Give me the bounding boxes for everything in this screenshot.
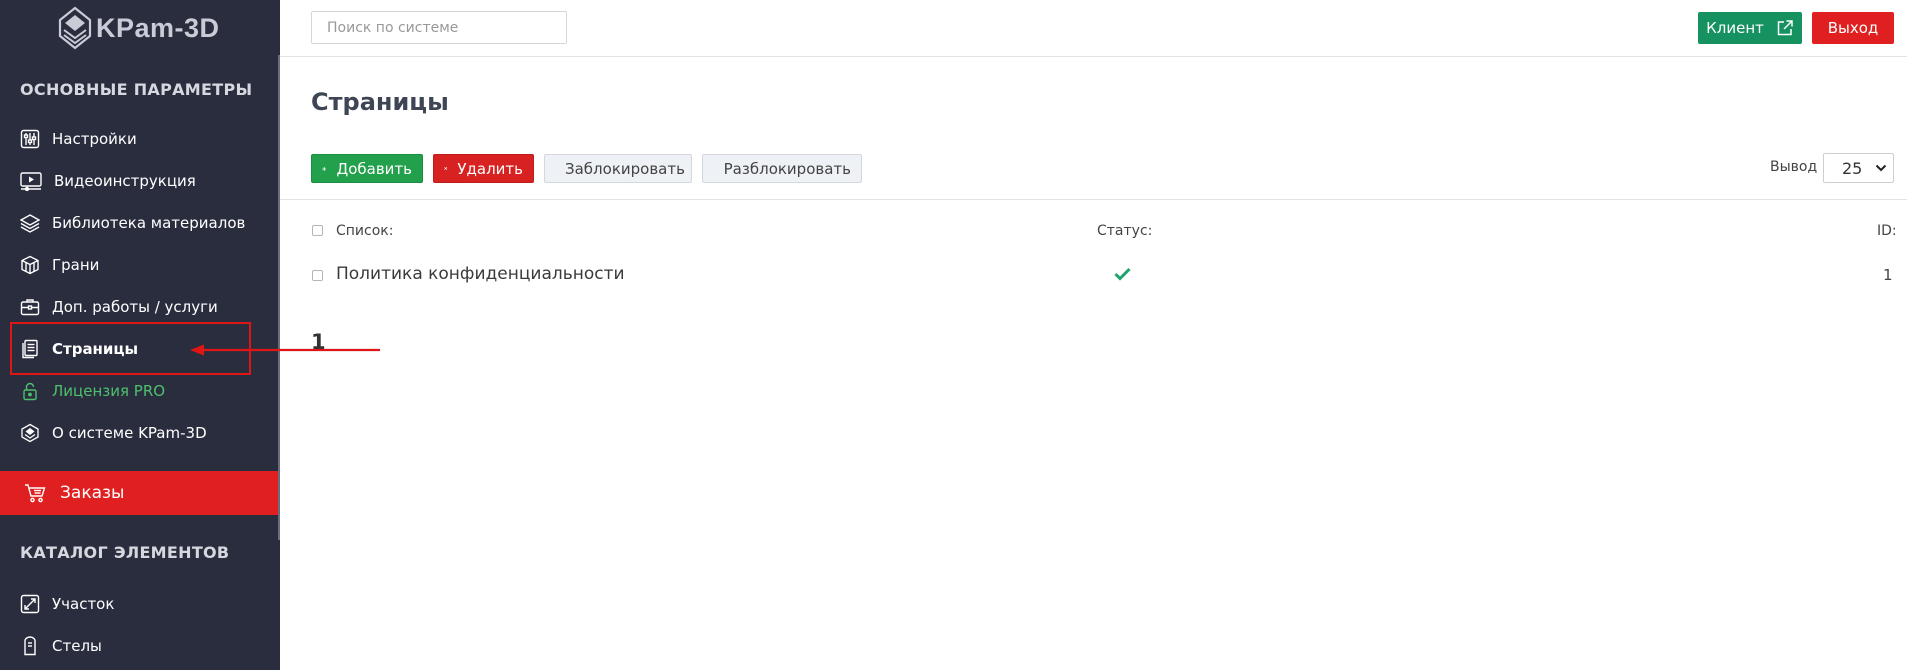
unblock-button[interactable]: Разблокировать <box>702 154 862 183</box>
sidebar-scrollbar[interactable] <box>278 55 280 540</box>
close-icon <box>444 167 448 170</box>
sidebar-item-video[interactable]: Видеоинструкция <box>20 160 260 202</box>
sidebar-item-label: Заказы <box>60 483 125 503</box>
chevron-down-icon <box>1875 164 1887 172</box>
client-button[interactable]: Клиент <box>1698 12 1802 44</box>
logo-pyramid-icon <box>58 6 92 50</box>
select-all-checkbox[interactable] <box>312 225 323 236</box>
row-title-link[interactable]: Политика конфиденциальности <box>336 264 625 284</box>
column-header-list: Список: <box>336 223 394 239</box>
sidebar-item-plot[interactable]: Участок <box>20 583 260 625</box>
layers-icon <box>20 214 40 233</box>
sidebar-item-label: Настройки <box>52 130 137 148</box>
output-select[interactable]: 25 <box>1823 153 1894 183</box>
sidebar-item-label: Участок <box>52 595 115 613</box>
check-icon <box>713 168 714 169</box>
sidebar-item-about[interactable]: О системе KPam-3D <box>20 412 260 454</box>
video-icon <box>20 172 42 191</box>
sidebar-item-materials[interactable]: Библиотека материалов <box>20 202 260 244</box>
sidebar-item-steles[interactable]: Стелы <box>20 625 260 667</box>
sidebar-item-label: Библиотека материалов <box>52 214 246 232</box>
row-id: 1 <box>1883 266 1893 284</box>
briefcase-icon <box>20 299 40 316</box>
cart-icon <box>25 484 46 503</box>
logo[interactable]: KPam-3D <box>58 3 228 53</box>
search-input[interactable] <box>311 11 567 44</box>
section-catalog: КАТАЛОГ ЭЛЕМЕНТОВ <box>20 543 230 562</box>
plus-icon <box>322 166 327 171</box>
sidebar-item-label: Лицензия PRO <box>52 382 166 400</box>
client-button-label: Клиент <box>1706 19 1764 37</box>
section-main-parameters: ОСНОВНЫЕ ПАРАМЕТРЫ <box>20 80 253 99</box>
sliders-icon <box>20 129 40 149</box>
logo-small-icon <box>21 423 39 443</box>
add-button[interactable]: Добавить <box>311 154 423 183</box>
sidebar-item-label: Грани <box>52 256 100 274</box>
external-link-icon <box>1777 20 1793 36</box>
delete-button-label: Удалить <box>457 159 523 178</box>
top-bar: Клиент Выход <box>280 0 1907 57</box>
sidebar-item-license-pro[interactable]: Лицензия PRO <box>20 370 260 412</box>
sidebar-item-orders[interactable]: Заказы <box>0 471 278 515</box>
delete-button[interactable]: Удалить <box>433 154 534 183</box>
sidebar-item-label: Доп. работы / услуги <box>52 298 218 316</box>
unblock-button-label: Разблокировать <box>723 159 851 178</box>
toolbar-divider <box>280 199 1907 200</box>
output-select-value: 25 <box>1842 158 1863 178</box>
logo-text: KPam-3D <box>96 12 220 43</box>
page-title: Страницы <box>311 88 449 116</box>
sidebar-item-label: Стелы <box>52 637 102 655</box>
output-label: Вывод <box>1770 159 1818 175</box>
status-check-icon[interactable] <box>1114 267 1131 281</box>
add-button-label: Добавить <box>336 159 412 178</box>
expand-icon <box>20 594 40 614</box>
exit-button[interactable]: Выход <box>1812 12 1894 44</box>
column-header-status: Статус: <box>1097 223 1153 239</box>
stele-icon <box>24 636 36 656</box>
sidebar-item-label: О системе KPam-3D <box>52 424 207 442</box>
block-button[interactable]: Заблокировать <box>544 154 692 183</box>
annotation-arrow <box>190 344 380 356</box>
column-header-id: ID: <box>1877 223 1897 239</box>
sidebar-item-settings[interactable]: Настройки <box>20 118 260 160</box>
block-button-label: Заблокировать <box>565 159 685 178</box>
lock-icon <box>23 382 37 401</box>
sidebar-item-faces[interactable]: Грани <box>20 244 260 286</box>
row-checkbox[interactable] <box>312 270 323 281</box>
cube-icon <box>21 255 39 275</box>
sidebar-item-label: Видеоинструкция <box>54 172 196 190</box>
